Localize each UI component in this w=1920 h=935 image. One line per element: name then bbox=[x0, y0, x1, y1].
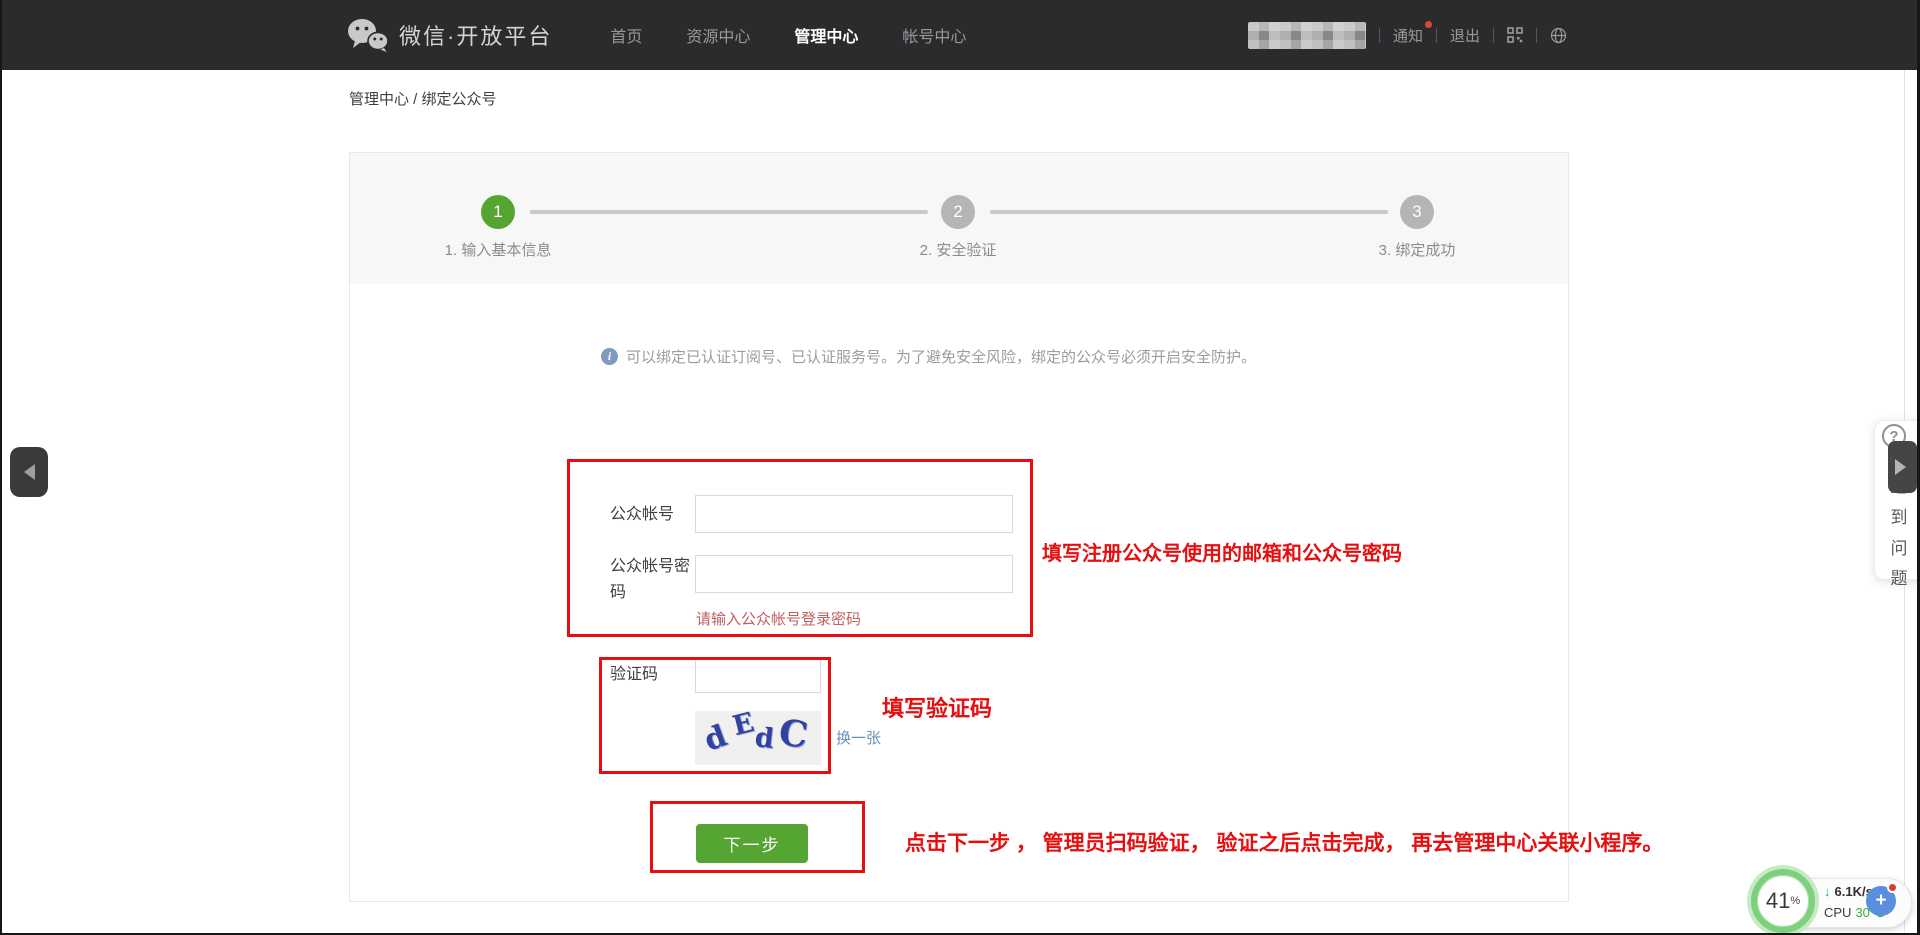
account-label: 公众帐号 bbox=[610, 502, 700, 528]
step-connector bbox=[990, 210, 1388, 214]
chevron-left-icon bbox=[24, 464, 35, 480]
info-tip: i 可以绑定已认证订阅号、已认证服务号。为了避免安全风险，绑定的公众号必须开启安… bbox=[601, 346, 1256, 367]
info-icon: i bbox=[601, 348, 618, 365]
captcha-char: E bbox=[730, 711, 757, 742]
nav-item-account[interactable]: 帐号中心 bbox=[902, 23, 966, 47]
expand-right-tab[interactable] bbox=[1888, 441, 1917, 493]
step-connector bbox=[530, 210, 928, 214]
brand-title: 微信·开放平台 bbox=[399, 19, 552, 51]
notification-dot bbox=[1425, 21, 1432, 28]
step-circle-1: 1 bbox=[481, 195, 515, 229]
download-arrow-icon: ↓ bbox=[1824, 884, 1831, 899]
top-nav: 首页 资源中心 管理中心 帐号中心 bbox=[610, 23, 966, 47]
memory-usage-gauge[interactable]: 41% bbox=[1751, 869, 1815, 933]
step-circle-3: 3 bbox=[1400, 195, 1434, 229]
password-input[interactable] bbox=[695, 555, 1013, 593]
qr-code-icon[interactable] bbox=[1507, 27, 1523, 43]
separator bbox=[1436, 28, 1437, 43]
breadcrumb-link-management[interactable]: 管理中心 bbox=[349, 91, 409, 108]
step-label-1: 1. 输入基本信息 bbox=[388, 239, 608, 260]
bind-account-panel: 1 2 3 1. 输入基本信息 2. 安全验证 3. 绑定成功 i 可以绑定已认… bbox=[349, 152, 1569, 902]
nav-item-home[interactable]: 首页 bbox=[610, 23, 642, 47]
captcha-char: d bbox=[753, 722, 775, 755]
help-text-char: 题 bbox=[1886, 564, 1912, 589]
top-bar: 微信·开放平台 首页 资源中心 管理中心 帐号中心 通知 退出 bbox=[2, 0, 1917, 70]
captcha-char: d bbox=[700, 718, 732, 758]
password-error-text: 请输入公众帐号登录密码 bbox=[696, 608, 861, 629]
stepper: 1 2 3 1. 输入基本信息 2. 安全验证 3. 绑定成功 bbox=[350, 153, 1568, 284]
page: 微信·开放平台 首页 资源中心 管理中心 帐号中心 通知 退出 bbox=[0, 0, 1920, 935]
top-bar-right: 通知 退出 bbox=[1248, 22, 1567, 49]
chevron-right-icon bbox=[1895, 459, 1906, 475]
next-step-button[interactable]: 下一步 bbox=[696, 824, 808, 863]
collapse-left-handle[interactable] bbox=[10, 447, 48, 497]
captcha-image[interactable]: d E d C bbox=[695, 711, 821, 765]
captcha-input[interactable] bbox=[695, 657, 821, 693]
help-text-char: 到 bbox=[1886, 503, 1912, 528]
breadcrumb-separator: / bbox=[409, 91, 422, 108]
step-label-3: 3. 绑定成功 bbox=[1307, 239, 1527, 260]
globe-icon[interactable] bbox=[1550, 27, 1567, 44]
user-name-redacted[interactable] bbox=[1248, 22, 1366, 49]
annotation-text-next: 点击下一步 ， 管理员扫码验证， 验证之后点击完成， 再去管理中心关联小程序。 bbox=[905, 827, 1663, 857]
captcha-refresh-link[interactable]: 换一张 bbox=[836, 727, 881, 748]
separator bbox=[1536, 28, 1537, 43]
captcha-char: C bbox=[776, 711, 810, 757]
booster-badge-dot bbox=[1887, 882, 1898, 893]
logout-link[interactable]: 退出 bbox=[1450, 25, 1480, 46]
annotation-text-credentials: 填写注册公众号使用的邮箱和公众号密码 bbox=[1042, 537, 1402, 566]
help-text-char: 问 bbox=[1886, 534, 1912, 559]
breadcrumb-current: 绑定公众号 bbox=[422, 91, 497, 108]
info-tip-text: 可以绑定已认证订阅号、已认证服务号。为了避免安全风险，绑定的公众号必须开启安全防… bbox=[626, 346, 1256, 367]
breadcrumb: 管理中心 / 绑定公众号 bbox=[349, 88, 497, 109]
wechat-logo-icon bbox=[347, 17, 389, 53]
account-input[interactable] bbox=[695, 495, 1013, 533]
step-circle-2: 2 bbox=[941, 195, 975, 229]
annotation-text-captcha: 填写验证码 bbox=[882, 691, 992, 723]
nav-item-resources[interactable]: 资源中心 bbox=[686, 23, 750, 47]
separator bbox=[1493, 28, 1494, 43]
notifications-link[interactable]: 通知 bbox=[1393, 25, 1423, 46]
captcha-label: 验证码 bbox=[610, 662, 700, 688]
password-label: 公众帐号密码 bbox=[610, 554, 698, 606]
step-label-2: 2. 安全验证 bbox=[848, 239, 1068, 260]
nav-item-management[interactable]: 管理中心 bbox=[794, 23, 858, 47]
separator bbox=[1379, 28, 1380, 43]
